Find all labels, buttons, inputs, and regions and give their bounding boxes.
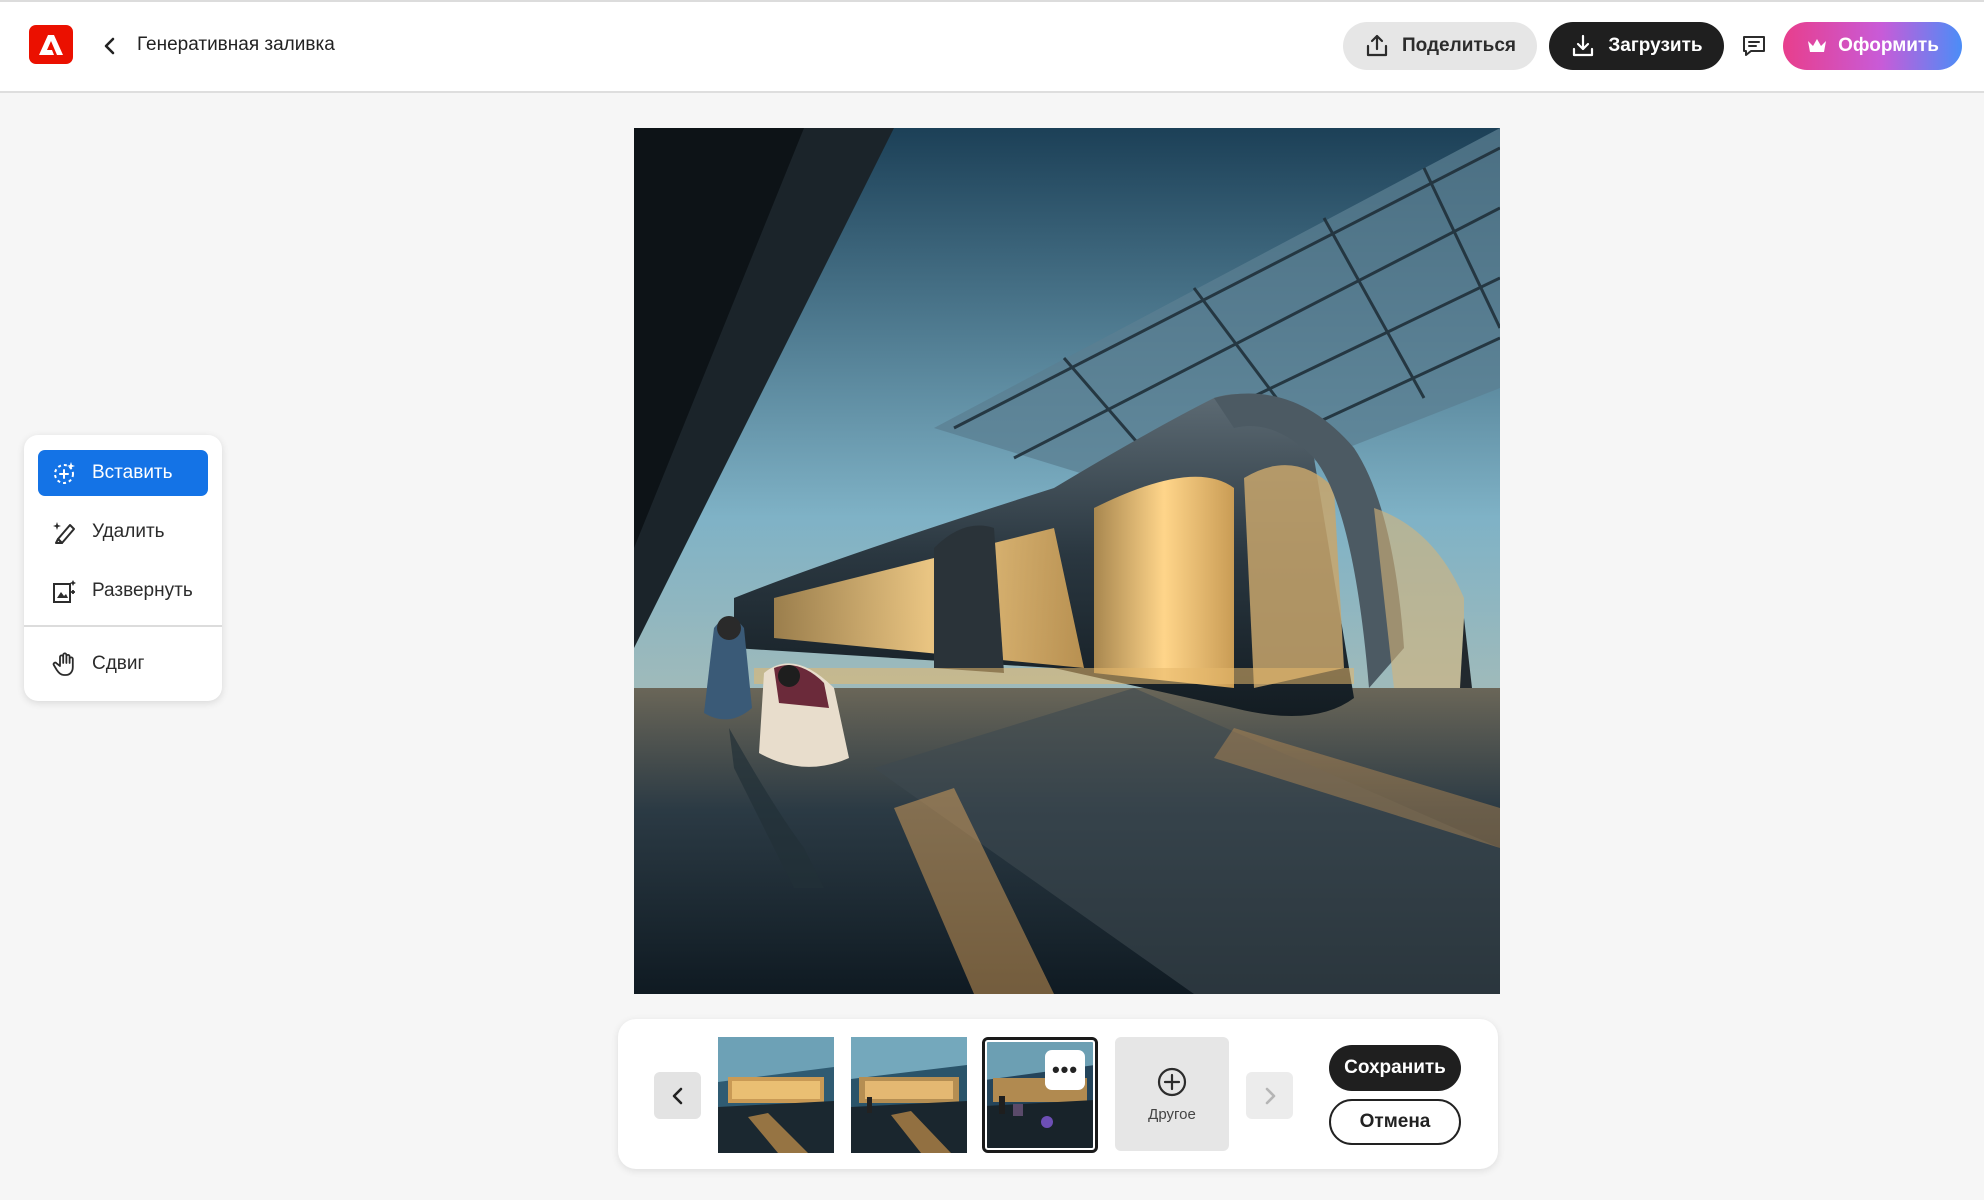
- adobe-logo-icon[interactable]: [29, 25, 73, 64]
- chevron-right-icon: [1263, 1086, 1277, 1106]
- tool-divider: [24, 625, 222, 627]
- top-bar: Генеративная заливка Поделиться Загрузит…: [0, 0, 1984, 93]
- share-icon: [1364, 33, 1390, 59]
- download-icon: [1570, 33, 1596, 59]
- share-label: Поделиться: [1401, 35, 1517, 56]
- upgrade-label: Оформить: [1838, 35, 1939, 56]
- tool-remove[interactable]: Удалить: [38, 509, 208, 555]
- tool-insert[interactable]: Вставить: [38, 450, 208, 496]
- upgrade-button[interactable]: Оформить: [1783, 22, 1962, 70]
- variations-bar: ••• Другое Сохранить Отмена: [618, 1019, 1498, 1169]
- share-button[interactable]: Поделиться: [1343, 22, 1537, 70]
- variation-thumbnail-1[interactable]: [718, 1037, 834, 1153]
- variation-thumbnail-3[interactable]: •••: [982, 1037, 1098, 1153]
- insert-icon: [52, 460, 78, 486]
- save-button[interactable]: Сохранить: [1329, 1045, 1461, 1091]
- crown-icon: [1806, 37, 1828, 55]
- next-variation-button[interactable]: [1246, 1072, 1293, 1119]
- previous-variation-button[interactable]: [654, 1072, 701, 1119]
- eraser-icon: [52, 519, 78, 545]
- download-label: Загрузить: [1608, 35, 1703, 56]
- tool-expand[interactable]: Развернуть: [38, 568, 208, 614]
- plus-circle-icon: [1156, 1066, 1188, 1098]
- more-options-button[interactable]: •••: [1045, 1050, 1085, 1090]
- expand-icon: [52, 578, 78, 604]
- comment-icon[interactable]: [1738, 30, 1770, 62]
- variation-thumbnail-2[interactable]: [851, 1037, 967, 1153]
- generate-more-button[interactable]: Другое: [1115, 1037, 1229, 1151]
- tool-label: Удалить: [92, 521, 165, 542]
- tool-label: Вставить: [92, 462, 173, 483]
- chevron-left-icon: [671, 1086, 685, 1106]
- page-title: Генеративная заливка: [137, 34, 335, 55]
- tool-label: Сдвиг: [92, 653, 145, 674]
- cancel-button[interactable]: Отмена: [1329, 1099, 1461, 1145]
- tool-pan[interactable]: Сдвиг: [38, 641, 208, 687]
- hand-icon: [52, 651, 78, 677]
- download-button[interactable]: Загрузить: [1549, 22, 1724, 70]
- generated-image[interactable]: [634, 128, 1500, 994]
- tool-panel: Вставить Удалить Развернуть Сдвиг: [24, 435, 222, 701]
- tool-label: Развернуть: [92, 580, 193, 601]
- back-chevron-icon[interactable]: [96, 30, 124, 62]
- generate-more-label: Другое: [1148, 1105, 1196, 1123]
